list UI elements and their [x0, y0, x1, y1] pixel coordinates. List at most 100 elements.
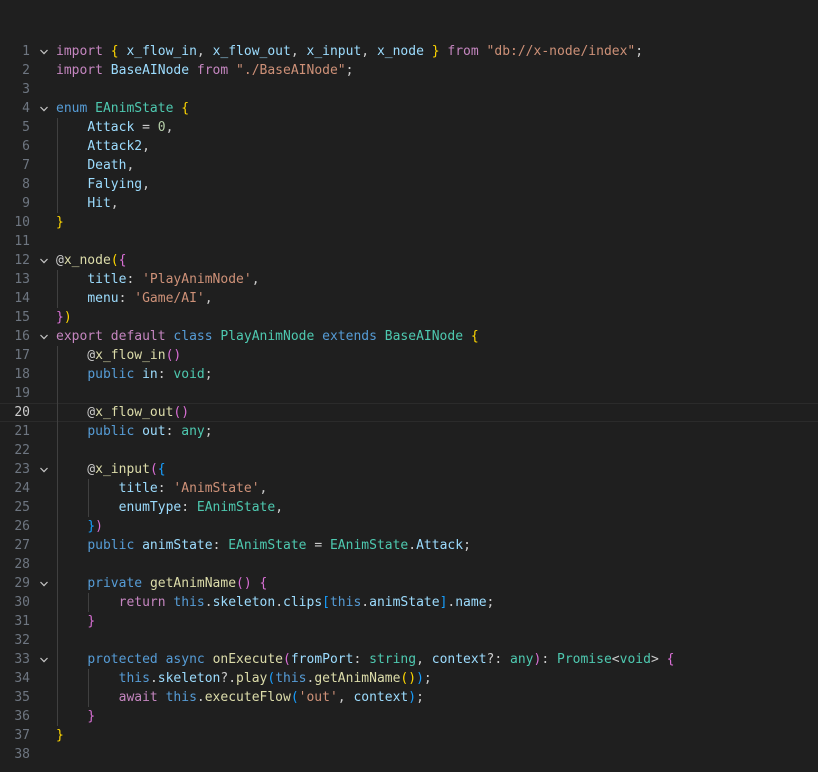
code-token: ()	[400, 671, 417, 686]
code-line[interactable]: 30 return this.skeleton.clips[this.animS…	[0, 593, 818, 612]
code-line[interactable]: 13 title: 'PlayAnimNode',	[0, 270, 818, 289]
code-lines[interactable]: 1 import { x_flow_in, x_flow_out, x_input…	[0, 42, 818, 764]
code-token: .	[275, 595, 284, 610]
code-token: EAnimState	[95, 101, 174, 116]
fold-chevron-icon[interactable]	[38, 99, 50, 118]
code-line[interactable]: 10}	[0, 213, 818, 232]
code-text: menu: 'Game/AI',	[56, 289, 213, 308]
indent-guide	[57, 346, 58, 726]
code-token: ,	[204, 291, 213, 306]
code-token: this	[165, 690, 197, 705]
code-line[interactable]: 19	[0, 384, 818, 403]
code-line[interactable]: 5 Attack = 0,	[0, 118, 818, 137]
fold-chevron-icon[interactable]	[38, 574, 50, 593]
code-token: context	[431, 652, 487, 667]
code-token: EAnimState	[228, 538, 307, 553]
line-number: 32	[14, 633, 30, 648]
code-line[interactable]: 21 public out: any;	[0, 422, 818, 441]
code-token: ?.	[220, 671, 237, 686]
code-line[interactable]: 6 Attack2,	[0, 137, 818, 156]
code-token: string	[369, 652, 417, 667]
code-token: }	[87, 614, 96, 629]
code-token: .	[361, 595, 370, 610]
code-line[interactable]: 29 private getAnimName() {	[0, 574, 818, 593]
line-number: 6	[22, 139, 30, 154]
code-line[interactable]: 1 import { x_flow_in, x_flow_out, x_input…	[0, 42, 818, 61]
code-line[interactable]: 32	[0, 631, 818, 650]
indent-guide	[57, 270, 58, 308]
code-token: ()	[236, 576, 252, 591]
fold-chevron-icon[interactable]	[38, 460, 50, 479]
line-number: 17	[14, 348, 30, 363]
code-token: {	[118, 253, 127, 268]
code-token: {	[470, 329, 479, 344]
code-token: (	[290, 690, 299, 705]
code-line[interactable]: 8 Falying,	[0, 175, 818, 194]
code-token: )	[408, 690, 417, 705]
code-token: ,	[142, 139, 150, 154]
code-line[interactable]: 23 @x_input({	[0, 460, 818, 479]
code-line[interactable]: 7 Death,	[0, 156, 818, 175]
code-line[interactable]: 11	[0, 232, 818, 251]
code-token: <	[611, 652, 620, 667]
code-line[interactable]: 27 public animState: EAnimState = EAnimS…	[0, 536, 818, 555]
line-number: 21	[14, 424, 30, 439]
code-line[interactable]: 12 @x_node({	[0, 251, 818, 270]
code-token: @	[56, 462, 96, 477]
code-line[interactable]: 16 export default class PlayAnimNode exte…	[0, 327, 818, 346]
code-line[interactable]: 33 protected async onExecute(fromPort: s…	[0, 650, 818, 669]
fold-chevron-icon[interactable]	[38, 251, 50, 270]
code-token: @	[56, 405, 96, 420]
code-token: any	[510, 652, 534, 667]
code-editor[interactable]: 1 import { x_flow_in, x_flow_out, x_input…	[0, 0, 818, 772]
code-line[interactable]: 17 @x_flow_in()	[0, 346, 818, 365]
code-token: in	[142, 367, 158, 382]
code-token: Attack2	[87, 139, 143, 154]
line-number: 8	[22, 177, 30, 192]
code-line[interactable]: 38	[0, 745, 818, 764]
code-token: ;	[204, 424, 213, 439]
code-line[interactable]: 31 }	[0, 612, 818, 631]
code-line[interactable]: 36 }	[0, 707, 818, 726]
code-line[interactable]: 4 enum EAnimState {	[0, 99, 818, 118]
code-line[interactable]: 34 this.skeleton?.play(this.getAnimName(…	[0, 669, 818, 688]
code-line[interactable]: 18 public in: void;	[0, 365, 818, 384]
code-line[interactable]: 24 title: 'AnimState',	[0, 479, 818, 498]
code-line[interactable]: 15})	[0, 308, 818, 327]
fold-chevron-icon[interactable]	[38, 327, 50, 346]
code-line[interactable]: 28	[0, 555, 818, 574]
code-token: }	[87, 519, 96, 534]
code-text: @x_node({	[56, 251, 126, 270]
fold-chevron-icon[interactable]	[38, 650, 50, 669]
code-token: x_flow_in	[126, 44, 197, 59]
code-line[interactable]: 9 Hit,	[0, 194, 818, 213]
code-line[interactable]: 20 @x_flow_out()	[0, 403, 818, 422]
code-line[interactable]: 26 })	[0, 517, 818, 536]
code-line[interactable]: 37}	[0, 726, 818, 745]
line-number: 5	[22, 120, 30, 135]
code-text: return this.skeleton.clips[this.animStat…	[56, 593, 495, 612]
code-line[interactable]: 14 menu: 'Game/AI',	[0, 289, 818, 308]
code-line[interactable]: 22	[0, 441, 818, 460]
code-line[interactable]: 25 enumType: EAnimState,	[0, 498, 818, 517]
code-token: play	[236, 671, 268, 686]
code-token: this	[275, 671, 307, 686]
fold-chevron-icon[interactable]	[38, 42, 50, 61]
code-line[interactable]: 35 await this.executeFlow('out', context…	[0, 688, 818, 707]
code-token: x_flow_in	[95, 348, 166, 363]
code-token: Attack	[416, 538, 464, 553]
code-token: (	[110, 253, 119, 268]
code-line[interactable]: 3	[0, 80, 818, 99]
code-line[interactable]: 2 import BaseAINode from "./BaseAINode";	[0, 61, 818, 80]
code-text: import { x_flow_in, x_flow_out, x_input,…	[56, 42, 643, 61]
code-token: this	[173, 595, 205, 610]
code-token: 'out'	[298, 690, 338, 705]
line-number: 3	[22, 82, 30, 97]
